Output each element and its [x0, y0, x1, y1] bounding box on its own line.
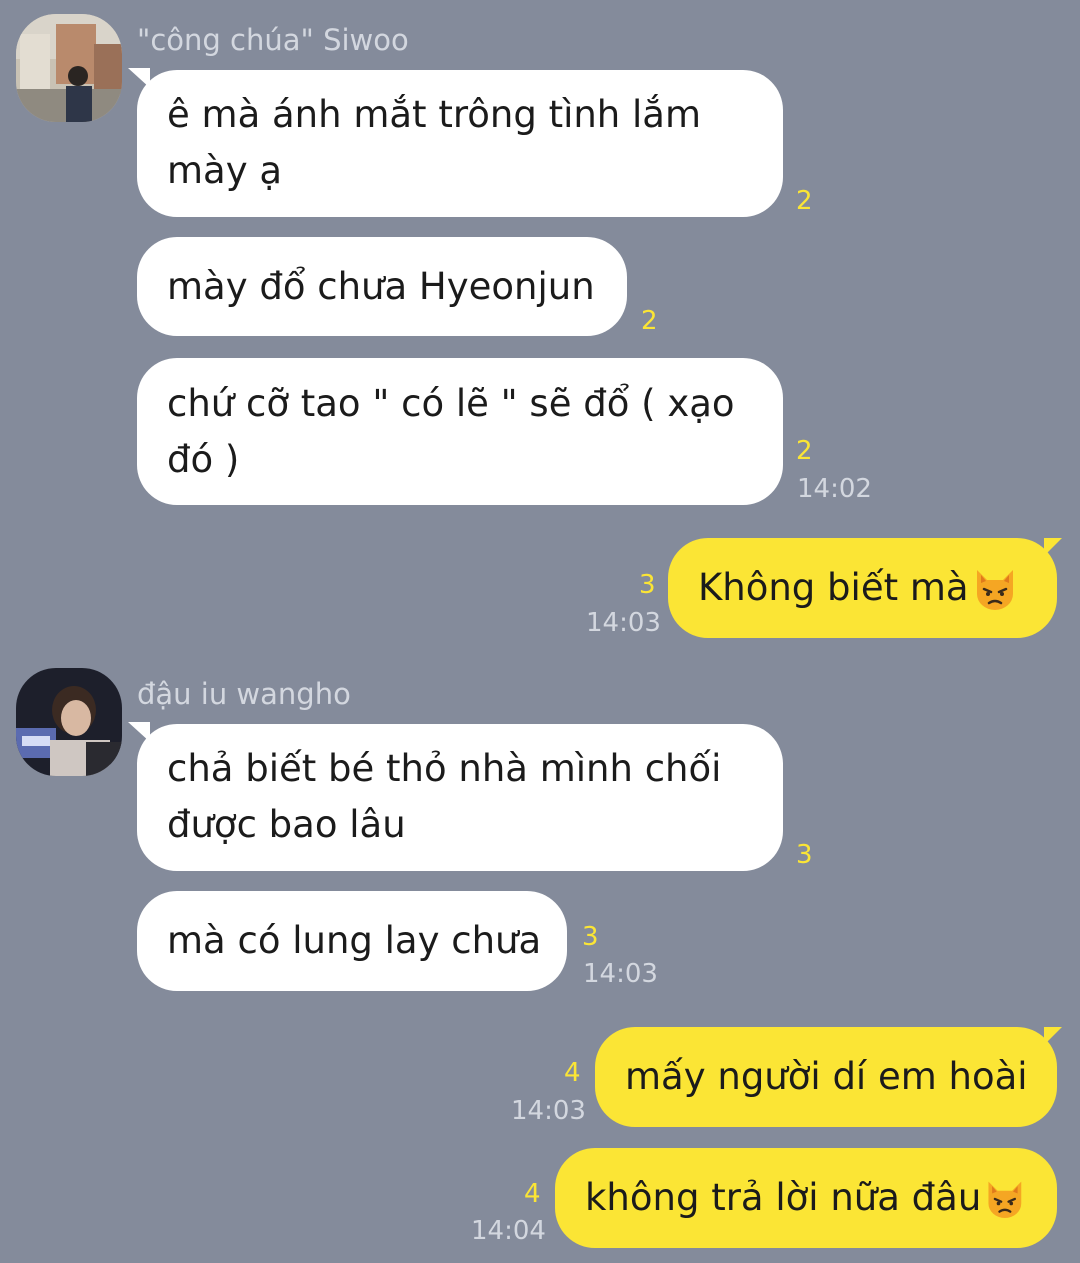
avatar-wangho[interactable]	[16, 668, 122, 776]
profile-photo-icon	[16, 14, 122, 122]
sender-name: "công chúa" Siwoo	[137, 23, 409, 57]
unread-count: 3	[796, 840, 813, 870]
outgoing-message[interactable]: mấy người dí em hoài	[595, 1027, 1057, 1127]
message-text: mày đổ chưa Hyeonjun	[167, 264, 595, 308]
outgoing-message[interactable]: Không biết mà	[668, 538, 1057, 638]
sender-name: đậu iu wangho	[137, 677, 351, 711]
pouting-cat-icon	[988, 1181, 1022, 1219]
timestamp: 14:03	[586, 608, 661, 638]
incoming-message[interactable]: mày đổ chưa Hyeonjun	[137, 237, 627, 336]
message-text: mà có lung lay chưa	[167, 919, 542, 962]
timestamp: 14:02	[797, 474, 872, 504]
timestamp: 14:04	[471, 1216, 546, 1246]
unread-count: 2	[796, 186, 813, 216]
incoming-message[interactable]: chứ cỡ tao " có lẽ " sẽ đổ ( xạo đó )	[137, 358, 783, 505]
unread-count: 4	[564, 1058, 581, 1088]
unread-count: 3	[639, 570, 656, 600]
message-text: không trả lời nữa đâu	[585, 1176, 982, 1219]
unread-count: 3	[582, 922, 599, 952]
bubble-tail	[1044, 1027, 1062, 1045]
message-text: mấy người dí em hoài	[625, 1055, 1028, 1098]
incoming-message[interactable]: ê mà ánh mắt trông tình lắm mày ạ	[137, 70, 783, 217]
message-text-line: đó )	[167, 438, 240, 481]
unread-count: 2	[796, 436, 813, 466]
timestamp: 14:03	[583, 959, 658, 989]
pouting-cat-icon	[976, 570, 1013, 610]
message-text-line: chả biết bé thỏ nhà mình chối	[167, 747, 722, 790]
message-text-line: mày ạ	[167, 149, 283, 192]
profile-photo-icon	[16, 668, 122, 776]
incoming-message[interactable]: chả biết bé thỏ nhà mình chối được bao l…	[137, 724, 783, 871]
message-text-line: ê mà ánh mắt trông tình lắm	[167, 93, 702, 136]
bubble-tail	[1044, 538, 1062, 556]
timestamp: 14:03	[511, 1096, 586, 1126]
message-text-line: được bao lâu	[167, 803, 406, 846]
message-text: Không biết mà	[698, 566, 969, 609]
avatar-siwoo[interactable]	[16, 14, 122, 122]
message-text-line: chứ cỡ tao " có lẽ " sẽ đổ ( xạo	[167, 382, 735, 425]
unread-count: 2	[641, 306, 658, 336]
unread-count: 4	[524, 1179, 541, 1209]
incoming-message[interactable]: mà có lung lay chưa	[137, 891, 567, 991]
outgoing-message[interactable]: không trả lời nữa đâu	[555, 1148, 1057, 1248]
